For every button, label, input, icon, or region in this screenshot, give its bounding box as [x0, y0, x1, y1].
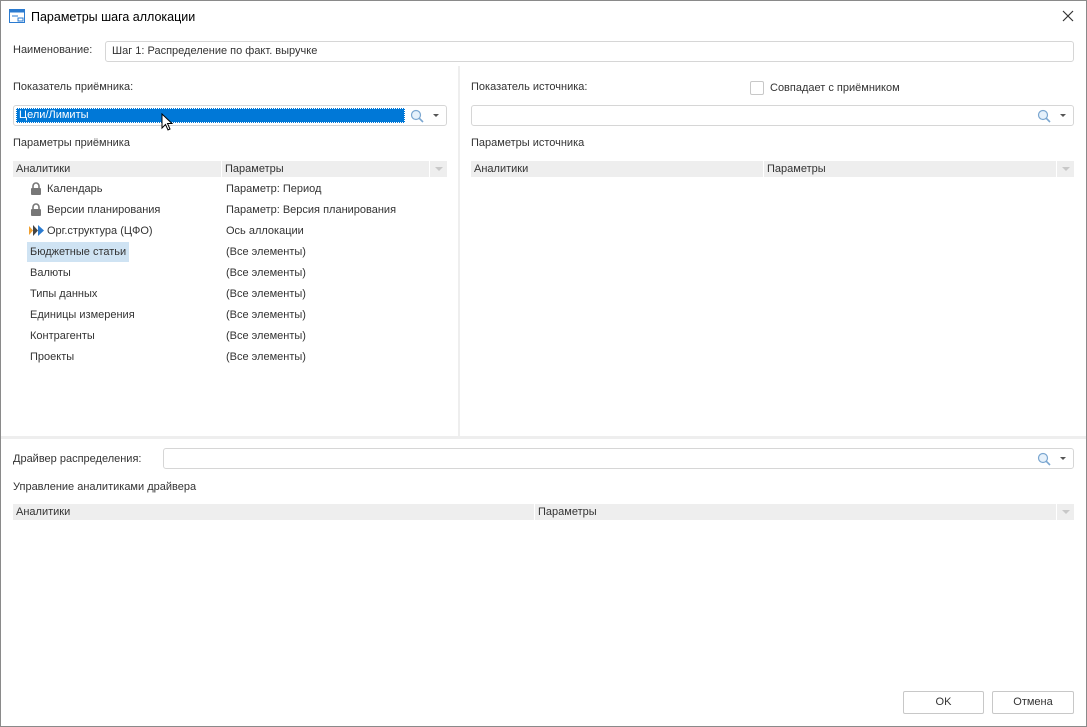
driver-combo[interactable]: [163, 448, 1074, 469]
search-icon[interactable]: [410, 109, 424, 123]
receiver-value: Цели/Лимиты: [19, 109, 89, 121]
cancel-button[interactable]: Отмена: [992, 691, 1074, 714]
table-row-analytic[interactable]: Календарь: [47, 179, 103, 199]
chevron-down-icon[interactable]: [433, 114, 439, 117]
name-label: Наименование:: [13, 44, 93, 56]
allocation-axis-icon: [28, 224, 45, 240]
column-menu-icon[interactable]: [435, 167, 443, 171]
table-row-param[interactable]: (Все элементы): [226, 326, 306, 346]
table-row-param[interactable]: (Все элементы): [226, 263, 306, 283]
receiver-combo[interactable]: Цели/Лимиты: [13, 105, 447, 126]
dialog-title: Параметры шага аллокации: [31, 10, 196, 24]
table-row-param[interactable]: (Все элементы): [226, 284, 306, 304]
column-header-params[interactable]: Параметры: [225, 163, 284, 175]
search-icon[interactable]: [1037, 109, 1051, 123]
column-header-analytics[interactable]: Аналитики: [16, 163, 70, 175]
lock-icon: [30, 203, 42, 219]
lock-icon: [30, 182, 42, 198]
driver-manage-label: Управление аналитиками драйвера: [13, 481, 197, 493]
column-menu-icon[interactable]: [1062, 510, 1070, 514]
source-label: Показатель источника:: [471, 81, 588, 93]
source-combo[interactable]: [471, 105, 1074, 126]
source-params-label: Параметры источника: [471, 137, 585, 149]
table-row-analytic[interactable]: Валюты: [27, 263, 74, 283]
mouse-cursor-icon: [161, 113, 174, 131]
same-as-receiver-label[interactable]: Совпадает с приёмником: [770, 82, 900, 94]
name-value: Шаг 1: Распределение по факт. выручке: [112, 45, 318, 57]
receiver-params-label: Параметры приёмника: [13, 137, 130, 149]
column-menu-icon[interactable]: [1062, 167, 1070, 171]
column-header-params[interactable]: Параметры: [767, 163, 826, 175]
chevron-down-icon[interactable]: [1060, 114, 1066, 117]
driver-table-header: Аналитики Параметры: [13, 504, 1074, 520]
table-row-analytic[interactable]: Версии планирования: [47, 200, 160, 220]
receiver-label: Показатель приёмника:: [13, 81, 134, 93]
name-input[interactable]: Шаг 1: Распределение по факт. выручке: [105, 41, 1074, 62]
search-icon[interactable]: [1037, 452, 1051, 466]
table-row-analytic[interactable]: Орг.структура (ЦФО): [47, 221, 153, 241]
driver-label: Драйвер распределения:: [13, 453, 142, 465]
window-icon: [9, 9, 25, 23]
table-row-analytic[interactable]: Контрагенты: [27, 326, 98, 346]
column-header-analytics[interactable]: Аналитики: [474, 163, 528, 175]
source-table-header: Аналитики Параметры: [471, 161, 1074, 177]
table-row-analytic[interactable]: Проекты: [27, 347, 77, 367]
table-row-param[interactable]: (Все элементы): [226, 305, 306, 325]
table-row-param[interactable]: Параметр: Версия планирования: [226, 200, 396, 220]
ok-button[interactable]: OK: [903, 691, 984, 714]
table-row-param[interactable]: Ось аллокации: [226, 221, 304, 241]
chevron-down-icon[interactable]: [1060, 457, 1066, 460]
table-row-param[interactable]: (Все элементы): [226, 242, 306, 262]
horizontal-divider: [1, 436, 1086, 439]
receiver-table-header: Аналитики Параметры: [13, 161, 447, 177]
table-row-param[interactable]: (Все элементы): [226, 347, 306, 367]
column-header-analytics[interactable]: Аналитики: [16, 506, 70, 518]
column-header-params[interactable]: Параметры: [538, 506, 597, 518]
table-row-analytic[interactable]: Бюджетные статьи: [27, 242, 130, 262]
table-row-analytic[interactable]: Типы данных: [27, 284, 100, 304]
table-row-analytic[interactable]: Единицы измерения: [27, 305, 138, 325]
same-as-receiver-checkbox[interactable]: [750, 81, 764, 95]
close-icon[interactable]: [1062, 10, 1074, 22]
vertical-divider: [458, 66, 460, 437]
table-row-param[interactable]: Параметр: Период: [226, 179, 321, 199]
